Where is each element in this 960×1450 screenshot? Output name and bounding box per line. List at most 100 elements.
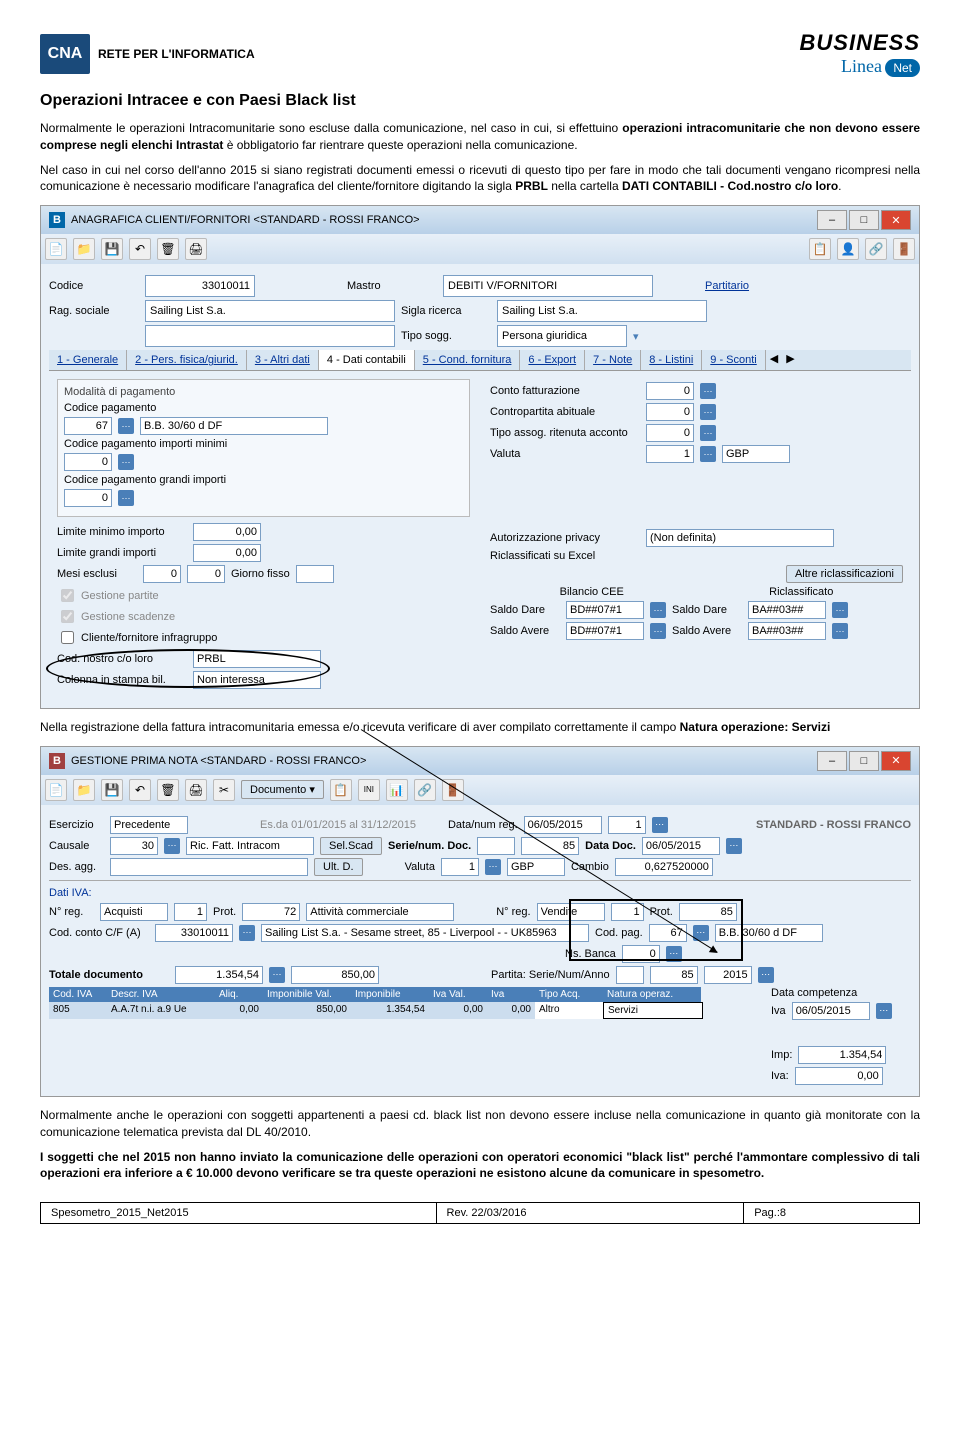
lookup-icon[interactable]: ⋯ [652, 817, 668, 833]
mesi2-input[interactable] [187, 565, 225, 583]
mastro-input[interactable] [443, 275, 653, 297]
codmin-input[interactable] [64, 453, 112, 471]
delete-icon[interactable]: 🗑 [157, 238, 179, 260]
close-button[interactable]: ✕ [881, 210, 911, 230]
maximize-button[interactable]: □ [849, 751, 879, 771]
val-input[interactable] [646, 445, 694, 463]
lookup-icon[interactable]: ⋯ [164, 838, 180, 854]
ini-icon[interactable]: INI [358, 779, 380, 801]
psa-s[interactable] [616, 966, 644, 984]
lookup-icon[interactable]: ⋯ [118, 490, 134, 506]
lookup-icon[interactable]: ⋯ [700, 446, 716, 462]
td2-input[interactable] [291, 966, 379, 984]
dnr-input[interactable] [524, 816, 602, 834]
new-icon[interactable]: 📄 [45, 779, 67, 801]
snd-input[interactable] [521, 837, 579, 855]
codice-input[interactable] [145, 275, 255, 297]
lookup-icon[interactable]: ⋯ [269, 967, 285, 983]
iva-table-row[interactable]: 805 A.A.7t n.i. a.9 Ue 0,00 850,00 1.354… [49, 1002, 763, 1019]
tab-3[interactable]: 3 - Altri dati [247, 350, 319, 370]
sigla-input[interactable] [497, 300, 707, 322]
tr-input[interactable] [646, 424, 694, 442]
altre-ric-button[interactable]: Altre riclassificazioni [786, 565, 903, 583]
chk-infragruppo[interactable] [61, 631, 74, 644]
ca-input[interactable] [646, 403, 694, 421]
lookup-icon[interactable]: ⋯ [666, 946, 682, 962]
minimize-button[interactable]: – [817, 210, 847, 230]
sa1-input[interactable] [566, 622, 644, 640]
td1-input[interactable] [175, 966, 263, 984]
lookup-icon[interactable]: ⋯ [485, 859, 501, 875]
da-input[interactable] [110, 858, 308, 876]
lookup-icon[interactable]: ⋯ [726, 838, 742, 854]
dropdown-icon[interactable]: ▾ [633, 330, 639, 343]
codpag-input[interactable] [64, 417, 112, 435]
tab-8[interactable]: 8 - Listini [641, 350, 702, 370]
new-icon[interactable]: 📄 [45, 238, 67, 260]
save-icon[interactable]: 💾 [101, 779, 123, 801]
mesi1-input[interactable] [143, 565, 181, 583]
nb-input[interactable] [622, 945, 660, 963]
folder-icon[interactable]: 📁 [73, 779, 95, 801]
ap-input[interactable] [646, 529, 834, 547]
lookup-icon[interactable]: ⋯ [693, 925, 709, 941]
ultd-button[interactable]: Ult. D. [314, 858, 363, 876]
lookup-icon[interactable]: ⋯ [118, 454, 134, 470]
limgr-input[interactable] [193, 544, 261, 562]
snd-s-input[interactable] [477, 837, 515, 855]
selscad-button[interactable]: Sel.Scad [320, 837, 382, 855]
nran-input[interactable] [174, 903, 207, 921]
nrv-input[interactable] [537, 903, 605, 921]
link-icon[interactable]: 🔗 [414, 779, 436, 801]
dc-input[interactable] [792, 1002, 870, 1020]
es-input[interactable] [110, 816, 188, 834]
delete-icon[interactable]: 🗑 [157, 779, 179, 801]
lookup-icon[interactable]: ⋯ [832, 623, 848, 639]
tab-1[interactable]: 1 - Generale [49, 350, 127, 370]
tab-7[interactable]: 7 - Note [585, 350, 641, 370]
v-input[interactable] [441, 858, 479, 876]
limmin-input[interactable] [193, 523, 261, 541]
tab-prev-icon[interactable]: ◀ [766, 350, 782, 370]
cau-input[interactable] [110, 837, 158, 855]
user-icon[interactable]: 👤 [837, 238, 859, 260]
exit-icon[interactable]: 🚪 [442, 779, 464, 801]
psa1[interactable] [650, 966, 698, 984]
print-icon[interactable]: 🖨 [185, 779, 207, 801]
dd-input[interactable] [642, 837, 720, 855]
lookup-icon[interactable]: ⋯ [239, 925, 255, 941]
pr2-input[interactable] [679, 903, 737, 921]
list-icon[interactable]: 📋 [809, 238, 831, 260]
tab-5[interactable]: 5 - Cond. fornitura [415, 350, 521, 370]
cp-input[interactable] [649, 924, 687, 942]
lookup-icon[interactable]: ⋯ [832, 602, 848, 618]
lookup-icon[interactable]: ⋯ [700, 383, 716, 399]
tab-4[interactable]: 4 - Dati contabili [319, 350, 415, 370]
sa2-input[interactable] [748, 622, 826, 640]
tab-6[interactable]: 6 - Export [520, 350, 585, 370]
lookup-icon[interactable]: ⋯ [700, 404, 716, 420]
nrvn-input[interactable] [611, 903, 644, 921]
codgr-input[interactable] [64, 489, 112, 507]
gf-input[interactable] [296, 565, 334, 583]
col-input[interactable] [193, 671, 321, 689]
undo-icon[interactable]: ↶ [129, 238, 151, 260]
minimize-button[interactable]: – [817, 751, 847, 771]
tab-2[interactable]: 2 - Pers. fisica/giurid. [127, 350, 247, 370]
dnr-n-input[interactable] [608, 816, 646, 834]
cb-input[interactable] [615, 858, 713, 876]
tab-next-icon[interactable]: ▶ [782, 350, 798, 370]
cnl-input[interactable] [193, 650, 321, 668]
cut-icon[interactable]: ✂ [213, 779, 235, 801]
partitario-link[interactable]: Partitario [705, 280, 749, 292]
close-button[interactable]: ✕ [881, 751, 911, 771]
exit-icon[interactable]: 🚪 [893, 238, 915, 260]
psa2[interactable] [704, 966, 752, 984]
tab-9[interactable]: 9 - Sconti [702, 350, 765, 370]
lookup-icon[interactable]: ⋯ [118, 418, 134, 434]
rag-input[interactable] [145, 300, 395, 322]
ac-input[interactable] [306, 903, 454, 921]
save-icon[interactable]: 💾 [101, 238, 123, 260]
link-icon[interactable]: 🔗 [865, 238, 887, 260]
pr-input[interactable] [242, 903, 300, 921]
